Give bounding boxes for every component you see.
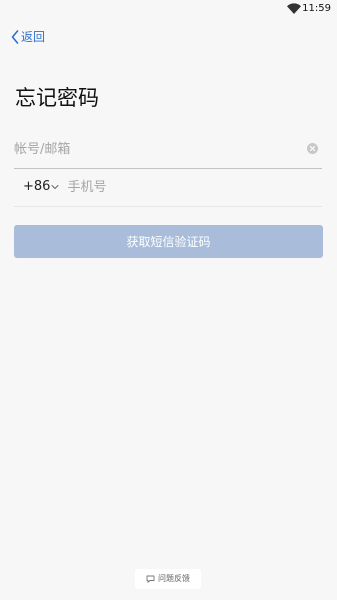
back-label: 返回 — [21, 30, 46, 44]
chevron-left-icon — [11, 30, 19, 44]
account-field — [14, 130, 322, 169]
clear-icon[interactable] — [307, 143, 318, 154]
status-bar: 11:59 — [0, 0, 337, 18]
page-title: 忘记密码 — [15, 86, 99, 110]
back-button[interactable]: 返回 — [11, 29, 45, 45]
chat-bubble-icon — [146, 575, 155, 583]
wifi-icon — [287, 3, 301, 14]
phone-field: +86 — [14, 168, 322, 207]
status-time: 11:59 — [302, 3, 331, 14]
chevron-down-icon — [51, 185, 59, 189]
get-sms-code-button[interactable]: 获取短信验证码 — [14, 225, 323, 258]
country-code: +86 — [23, 179, 51, 194]
phone-input[interactable] — [67, 177, 288, 197]
feedback-label: 问题反馈 — [158, 574, 190, 583]
country-code-select[interactable]: +86 — [23, 177, 59, 197]
account-input[interactable] — [14, 139, 294, 159]
feedback-button[interactable]: 问题反馈 — [135, 569, 201, 589]
clear-x-icon — [309, 145, 316, 152]
